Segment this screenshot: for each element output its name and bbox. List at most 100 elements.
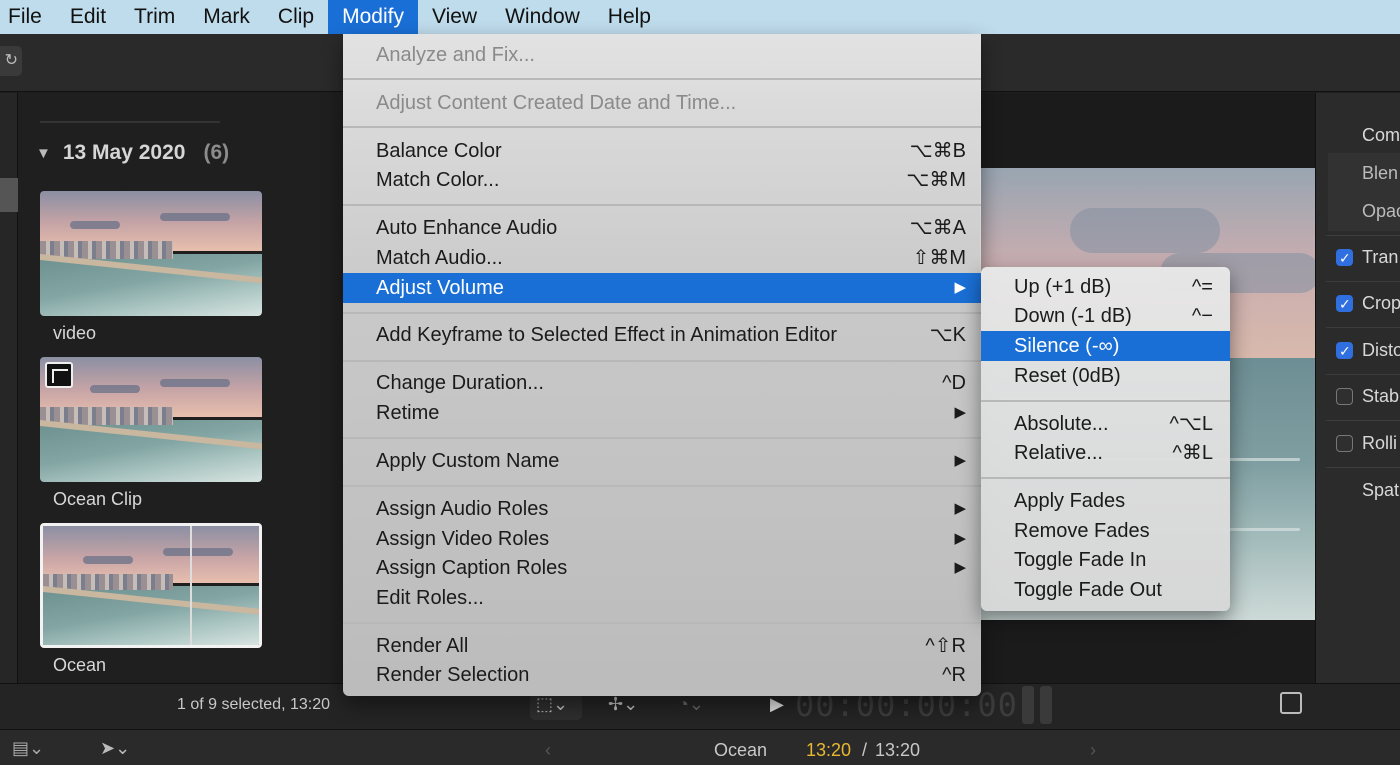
shortcut-label: ⌥⌘M xyxy=(906,169,966,191)
menu-item-change-duration[interactable]: Change Duration... ^D xyxy=(343,368,981,398)
shortcut-label: ^R xyxy=(942,664,966,686)
back-arrow-icon[interactable]: ‹ xyxy=(545,740,551,761)
select-tool-icon[interactable]: ➤⌄ xyxy=(100,738,130,759)
submenu-item-toggle-fade-in[interactable]: Toggle Fade In xyxy=(981,545,1230,575)
transform-checkbox[interactable] xyxy=(1336,238,1353,278)
stabilization-checkbox[interactable] xyxy=(1336,388,1353,405)
sidebar-strip xyxy=(0,93,18,683)
menu-window[interactable]: Window xyxy=(491,0,594,34)
menu-item-add-keyframe[interactable]: Add Keyframe to Selected Effect in Anima… xyxy=(343,320,981,350)
timeline-toolbar xyxy=(0,729,1400,765)
submenu-item-toggle-fade-out[interactable]: Toggle Fade Out xyxy=(981,575,1230,605)
inspector-opacity[interactable]: Opac xyxy=(1328,191,1400,231)
menu-mark[interactable]: Mark xyxy=(189,0,264,34)
submenu-item-silence[interactable]: Silence (-∞) xyxy=(981,331,1230,361)
menu-item-adjust-content-created-date[interactable]: Adjust Content Created Date and Time... xyxy=(343,88,981,118)
fullscreen-icon[interactable] xyxy=(1280,692,1302,714)
forward-arrow-icon[interactable]: › xyxy=(1090,740,1096,761)
skimmer-line xyxy=(190,526,192,645)
menu-bar: File Edit Trim Mark Clip Modify View Win… xyxy=(0,0,1400,34)
clip-image xyxy=(40,357,262,482)
inspector-crop[interactable]: Crop xyxy=(1316,283,1400,324)
play-icon[interactable]: ▶ xyxy=(770,694,784,715)
browser-filter-field[interactable] xyxy=(40,93,220,123)
menu-item-balance-color[interactable]: Balance Color ⌥⌘B xyxy=(343,136,981,166)
inspector-rolling-shutter[interactable]: Rolli xyxy=(1316,423,1400,463)
disclosure-triangle-icon[interactable]: ▼ xyxy=(36,145,51,162)
menu-item-auto-enhance-audio[interactable]: Auto Enhance Audio ⌥⌘A xyxy=(343,213,981,243)
timeline-project-name: Ocean xyxy=(714,740,768,760)
timeline-total-time: 13:20 xyxy=(875,740,921,760)
clip-image xyxy=(43,526,259,645)
inspector-transform[interactable]: Tran xyxy=(1316,237,1400,278)
menu-item-edit-roles[interactable]: Edit Roles... xyxy=(343,583,981,613)
background-tasks-icon[interactable]: ↻ xyxy=(0,46,22,76)
menu-file[interactable]: File xyxy=(0,0,56,34)
audio-meter-right xyxy=(1040,686,1052,724)
submenu-item-volume-down[interactable]: Down (-1 dB) ^− xyxy=(981,301,1230,331)
sidebar-selected-indicator[interactable] xyxy=(0,178,18,212)
inspector-blend-mode[interactable]: Blen xyxy=(1328,153,1400,193)
clip-appearance-icon[interactable]: ▤⌄ xyxy=(12,738,44,759)
menu-clip[interactable]: Clip xyxy=(264,0,328,34)
menu-modify[interactable]: Modify xyxy=(328,0,418,34)
transform-tool-icon[interactable]: ✢⌄ xyxy=(608,694,638,715)
compound-clip-icon xyxy=(45,362,73,388)
date-group-header[interactable]: ▼ 13 May 2020 (6) xyxy=(36,141,229,165)
submenu-item-reset[interactable]: Reset (0dB) xyxy=(981,361,1230,391)
adjust-volume-submenu: Up (+1 dB) ^= Down (-1 dB) ^− Silence (-∞)… xyxy=(981,267,1230,611)
menu-trim[interactable]: Trim xyxy=(120,0,189,34)
menu-item-assign-audio-roles[interactable]: Assign Audio Roles ▶ xyxy=(343,494,981,524)
clip-thumbnail[interactable] xyxy=(40,191,262,316)
menu-item-apply-custom-name[interactable]: Apply Custom Name ▶ xyxy=(343,446,981,476)
submenu-item-absolute[interactable]: Absolute... ^⌥L xyxy=(981,409,1230,439)
rolling-shutter-checkbox[interactable] xyxy=(1336,435,1353,452)
menu-item-analyze-and-fix[interactable]: Analyze and Fix... xyxy=(343,40,981,70)
shortcut-label: ^⇧R xyxy=(925,635,966,657)
menu-item-render-all[interactable]: Render All ^⇧R xyxy=(343,631,981,661)
inspector-distort[interactable]: Disto xyxy=(1316,330,1400,371)
submenu-arrow-icon: ▶ xyxy=(954,559,966,576)
clip-label: Ocean xyxy=(53,655,107,675)
shortcut-label: ⇧⌘M xyxy=(912,247,966,269)
shortcut-label: ⌥⌘B xyxy=(909,140,966,162)
modify-menu: Analyze and Fix... Adjust Content Create… xyxy=(343,34,981,696)
menu-item-assign-video-roles[interactable]: Assign Video Roles ▶ xyxy=(343,524,981,554)
inspector-pane: Com Blen Opac Tran Crop Disto Stab Rolli… xyxy=(1315,93,1400,683)
timeline-current-time: 13:20 xyxy=(806,740,852,760)
inspector-stabilization[interactable]: Stab xyxy=(1316,376,1400,416)
submenu-arrow-icon: ▶ xyxy=(954,452,966,469)
menu-item-match-audio[interactable]: Match Audio... ⇧⌘M xyxy=(343,243,981,273)
submenu-arrow-icon: ▶ xyxy=(954,530,966,547)
shortcut-label: ^− xyxy=(1191,305,1213,327)
retime-icon[interactable]: ◔⌄ xyxy=(678,694,704,715)
crop-checkbox[interactable] xyxy=(1336,284,1353,324)
menu-view[interactable]: View xyxy=(418,0,491,34)
inspector-section-compositing[interactable]: Com xyxy=(1316,115,1400,155)
shortcut-label: ^⌥L xyxy=(1169,413,1213,435)
menu-help[interactable]: Help xyxy=(594,0,665,34)
clip-image xyxy=(40,191,262,316)
menu-item-adjust-volume[interactable]: Adjust Volume ▶ xyxy=(343,273,981,303)
clip-thumbnail[interactable] xyxy=(40,357,262,482)
submenu-item-apply-fades[interactable]: Apply Fades xyxy=(981,486,1230,516)
menu-item-render-selection[interactable]: Render Selection ^R xyxy=(343,660,981,690)
shortcut-label: ⌥K xyxy=(929,324,966,346)
timeline-time-separator: / xyxy=(857,740,873,760)
date-group-count: (6) xyxy=(203,141,230,164)
submenu-item-remove-fades[interactable]: Remove Fades xyxy=(981,516,1230,546)
submenu-item-relative[interactable]: Relative... ^⌘L xyxy=(981,438,1230,468)
shortcut-label: ^⌘L xyxy=(1172,442,1213,464)
submenu-arrow-icon: ▶ xyxy=(954,500,966,517)
clip-thumbnail-selected[interactable] xyxy=(40,523,262,648)
clip-label: Ocean Clip xyxy=(53,489,143,509)
submenu-item-volume-up[interactable]: Up (+1 dB) ^= xyxy=(981,272,1230,302)
menu-item-retime[interactable]: Retime ▶ xyxy=(343,398,981,428)
menu-item-match-color[interactable]: Match Color... ⌥⌘M xyxy=(343,165,981,195)
submenu-arrow-icon: ▶ xyxy=(954,279,966,296)
inspector-spatial-conform[interactable]: Spat xyxy=(1316,470,1400,510)
menu-item-assign-caption-roles[interactable]: Assign Caption Roles ▶ xyxy=(343,553,981,583)
menu-edit[interactable]: Edit xyxy=(56,0,120,34)
distort-checkbox[interactable] xyxy=(1336,331,1353,371)
selection-status: 1 of 9 selected, 13:20 xyxy=(177,696,330,713)
